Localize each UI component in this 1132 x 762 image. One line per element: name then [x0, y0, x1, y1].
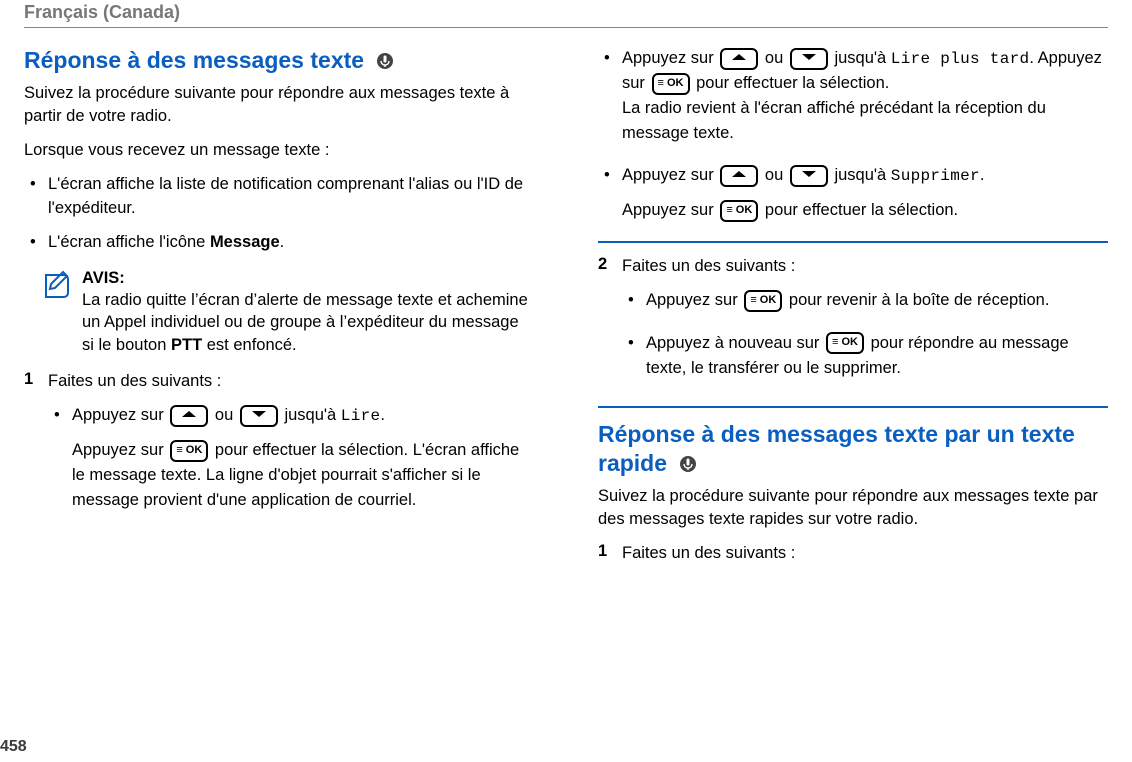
header-language: Français (Canada)	[24, 0, 1108, 23]
ok-key-icon: ≡ OK	[720, 200, 758, 222]
text-fragment: ou	[765, 166, 788, 184]
text-fragment: .	[380, 406, 385, 424]
ok-key-icon: ≡ OK	[826, 332, 864, 354]
text-fragment: La radio quitte l’écran d’alerte de mess…	[82, 291, 528, 354]
text-fragment: Appuyez sur	[646, 291, 742, 309]
section-title-quick-text: Réponse à des messages texte par un text…	[598, 420, 1108, 479]
step-number: 1	[598, 542, 622, 565]
text-fragment: ou	[765, 49, 788, 67]
step-body: Faites un des suivants :	[622, 542, 1108, 565]
step-2-options: Appuyez sur ≡ OK pour revenir à la boîte…	[622, 288, 1108, 380]
radio-mic-icon	[679, 451, 697, 480]
section-title-reply-text: Réponse à des messages texte	[24, 46, 534, 76]
step-number: 2	[598, 255, 622, 398]
list-item: Appuyez sur ou jusqu'à Supprimer. Appuye…	[598, 163, 1108, 223]
intro2-text: Suivez la procédure suivante pour répond…	[598, 485, 1108, 530]
notice-label: AVIS:	[82, 269, 125, 287]
notification-list: L'écran affiche la liste de notification…	[24, 173, 534, 255]
list-item: L'écran affiche l'icône Message.	[24, 231, 534, 255]
list-item: Appuyez sur ou jusqu'à Lire. Appuyez sur	[48, 403, 534, 512]
mono-lire-plus-tard: Lire plus tard	[891, 50, 1030, 68]
text-fragment: Appuyez sur	[72, 406, 168, 424]
up-key-icon	[720, 48, 758, 70]
step-2: 2 Faites un des suivants : Appuyez sur ≡…	[598, 255, 1108, 398]
page: Français (Canada) Réponse à des messages…	[0, 0, 1132, 762]
down-key-icon	[240, 405, 278, 427]
text-fragment: jusqu'à	[284, 406, 340, 424]
text-fragment: L'écran affiche l'icône	[48, 233, 210, 251]
text-fragment: pour effectuer la sélection.	[696, 74, 889, 92]
step-1: 1 Faites un des suivants : Appuyez sur o…	[24, 370, 534, 530]
down-key-icon	[790, 48, 828, 70]
radio-mic-icon	[376, 48, 394, 77]
text-fragment: jusqu'à	[834, 166, 890, 184]
header-rule	[24, 27, 1108, 28]
step-number: 1	[24, 370, 48, 530]
text-fragment: pour effectuer la sélection.	[765, 201, 958, 219]
when-text: Lorsque vous recevez un message texte :	[24, 139, 534, 161]
up-key-icon	[170, 405, 208, 427]
step-1-options: Appuyez sur ou jusqu'à Lire. Appuyez sur	[48, 403, 534, 512]
text-fragment: Appuyez sur	[622, 166, 718, 184]
bold-ptt: PTT	[171, 336, 202, 354]
step-1b: 1 Faites un des suivants :	[598, 542, 1108, 565]
up-key-icon	[720, 165, 758, 187]
text-fragment: Appuyez à nouveau sur	[646, 334, 824, 352]
text-fragment: ou	[215, 406, 238, 424]
ok-key-icon: ≡ OK	[170, 440, 208, 462]
ok-key-icon: ≡ OK	[744, 290, 782, 312]
title-text: Réponse à des messages texte	[24, 47, 364, 73]
mono-lire: Lire	[341, 407, 381, 425]
step-text: Faites un des suivants :	[622, 257, 795, 275]
text-fragment: Appuyez sur	[72, 441, 168, 459]
list-item: Appuyez sur ≡ OK pour revenir à la boîte…	[622, 288, 1108, 313]
step-body: Faites un des suivants : Appuyez sur ou …	[48, 370, 534, 530]
text-fragment: Appuyez sur	[622, 49, 718, 67]
step-text: Faites un des suivants :	[48, 372, 221, 390]
text-fragment: Appuyez sur	[622, 201, 718, 219]
step-divider	[598, 241, 1108, 243]
list-item: L'écran affiche la liste de notification…	[24, 173, 534, 221]
section-divider	[598, 406, 1108, 408]
title-text: Réponse à des messages texte par un text…	[598, 421, 1075, 476]
page-number: 458	[0, 738, 27, 756]
text-fragment: La radio revient à l'écran affiché précé…	[622, 99, 1046, 142]
left-column: Réponse à des messages texte Suivez la p…	[24, 46, 534, 573]
text-fragment: est enfoncé.	[202, 336, 296, 354]
bold-message: Message	[210, 233, 280, 251]
intro-text: Suivez la procédure suivante pour répond…	[24, 82, 534, 127]
mono-supprimer: Supprimer	[891, 167, 980, 185]
list-item: Appuyez à nouveau sur ≡ OK pour répondre…	[622, 331, 1108, 381]
step-body: Faites un des suivants : Appuyez sur ≡ O…	[622, 255, 1108, 398]
notice-block: AVIS: La radio quitte l’écran d’alerte d…	[40, 267, 534, 356]
note-icon	[40, 269, 74, 308]
down-key-icon	[790, 165, 828, 187]
text-fragment: .	[980, 166, 985, 184]
list-item: Appuyez sur ou jusqu'à Lire plus tard. A…	[598, 46, 1108, 145]
two-column-layout: Réponse à des messages texte Suivez la p…	[24, 46, 1108, 573]
notice-body: AVIS: La radio quitte l’écran d’alerte d…	[82, 267, 534, 356]
text-fragment: jusqu'à	[834, 49, 890, 67]
ok-key-icon: ≡ OK	[652, 73, 690, 95]
text-fragment: pour revenir à la boîte de réception.	[789, 291, 1050, 309]
text-fragment: .	[280, 233, 285, 251]
step-1-continued: Appuyez sur ou jusqu'à Lire plus tard. A…	[598, 46, 1108, 223]
right-column: Appuyez sur ou jusqu'à Lire plus tard. A…	[598, 46, 1108, 573]
